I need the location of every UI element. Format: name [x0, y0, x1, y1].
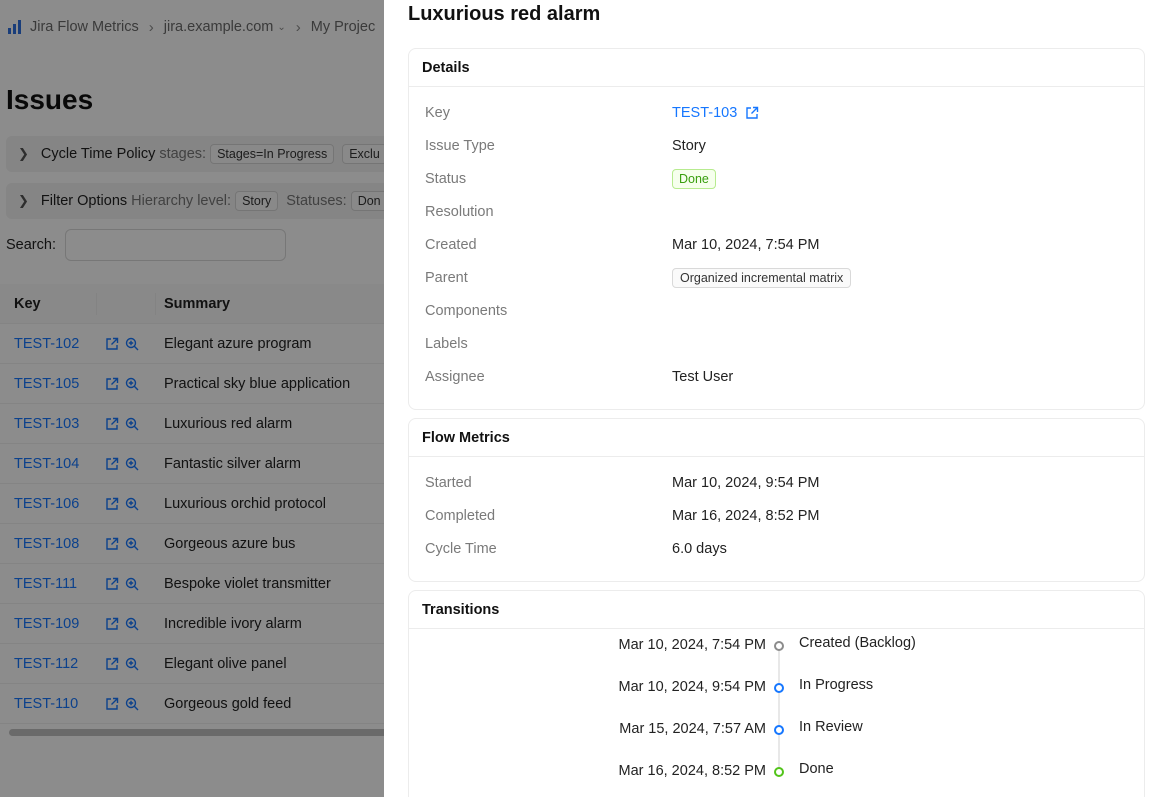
transition-item: Mar 10, 2024, 7:54 PM Created (Backlog)	[409, 635, 1146, 655]
flow-metrics-card: Flow Metrics Started Mar 10, 2024, 9:54 …	[408, 418, 1145, 582]
detail-row-components: Components	[425, 303, 508, 319]
transition-status: In Progress	[799, 677, 874, 693]
details-card: Details Key TEST-103 Issue Type Story St…	[408, 48, 1145, 410]
timeline-dot	[774, 767, 784, 777]
transition-item: Mar 10, 2024, 9:54 PM In Progress	[409, 677, 1146, 697]
timeline-dot	[774, 641, 784, 651]
detail-row-parent: Parent Organized incremental matrix	[425, 268, 1125, 288]
transition-item: Mar 16, 2024, 8:52 PM Done	[409, 761, 1146, 781]
transitions-heading: Transitions	[409, 591, 1144, 629]
transition-status: Done	[799, 761, 834, 777]
metric-row-started: Started Mar 10, 2024, 9:54 PM	[425, 475, 820, 491]
transition-date: Mar 10, 2024, 9:54 PM	[618, 679, 767, 695]
detail-row-created: Created Mar 10, 2024, 7:54 PM	[425, 237, 820, 253]
detail-row-labels: Labels	[425, 336, 468, 352]
transition-item: Mar 15, 2024, 7:57 AM In Review	[409, 719, 1146, 739]
timeline-dot	[774, 683, 784, 693]
detail-row-key: Key TEST-103	[425, 103, 1125, 123]
detail-row-resolution: Resolution	[425, 204, 494, 220]
status-badge: Done	[672, 169, 716, 189]
drawer-title: Luxurious red alarm	[408, 3, 601, 25]
timeline-dot	[774, 725, 784, 735]
transition-status: Created (Backlog)	[799, 635, 916, 651]
parent-tag: Organized incremental matrix	[672, 268, 852, 288]
external-link-icon[interactable]	[745, 106, 759, 120]
details-heading: Details	[409, 49, 1144, 87]
transition-date: Mar 10, 2024, 7:54 PM	[618, 637, 767, 653]
detail-row-issue-type: Issue Type Story	[425, 138, 706, 154]
transition-date: Mar 16, 2024, 8:52 PM	[618, 763, 767, 779]
transition-date: Mar 15, 2024, 7:57 AM	[619, 721, 766, 737]
transitions-timeline: Mar 10, 2024, 7:54 PM Created (Backlog) Ma…	[409, 629, 1146, 797]
issue-key-link[interactable]: TEST-103	[672, 105, 737, 121]
metric-row-cycle-time: Cycle Time 6.0 days	[425, 541, 727, 557]
flow-metrics-heading: Flow Metrics	[409, 419, 1144, 457]
transitions-card: Transitions Mar 10, 2024, 7:54 PM Created…	[408, 590, 1145, 797]
detail-row-assignee: Assignee Test User	[425, 369, 734, 385]
transition-status: In Review	[799, 719, 863, 735]
metric-row-completed: Completed Mar 16, 2024, 8:52 PM	[425, 508, 820, 524]
timeline-connector	[778, 647, 780, 773]
issue-details-drawer: Luxurious red alarm Details Key TEST-103…	[384, 0, 1160, 797]
detail-row-status: Status Done	[425, 169, 1125, 189]
